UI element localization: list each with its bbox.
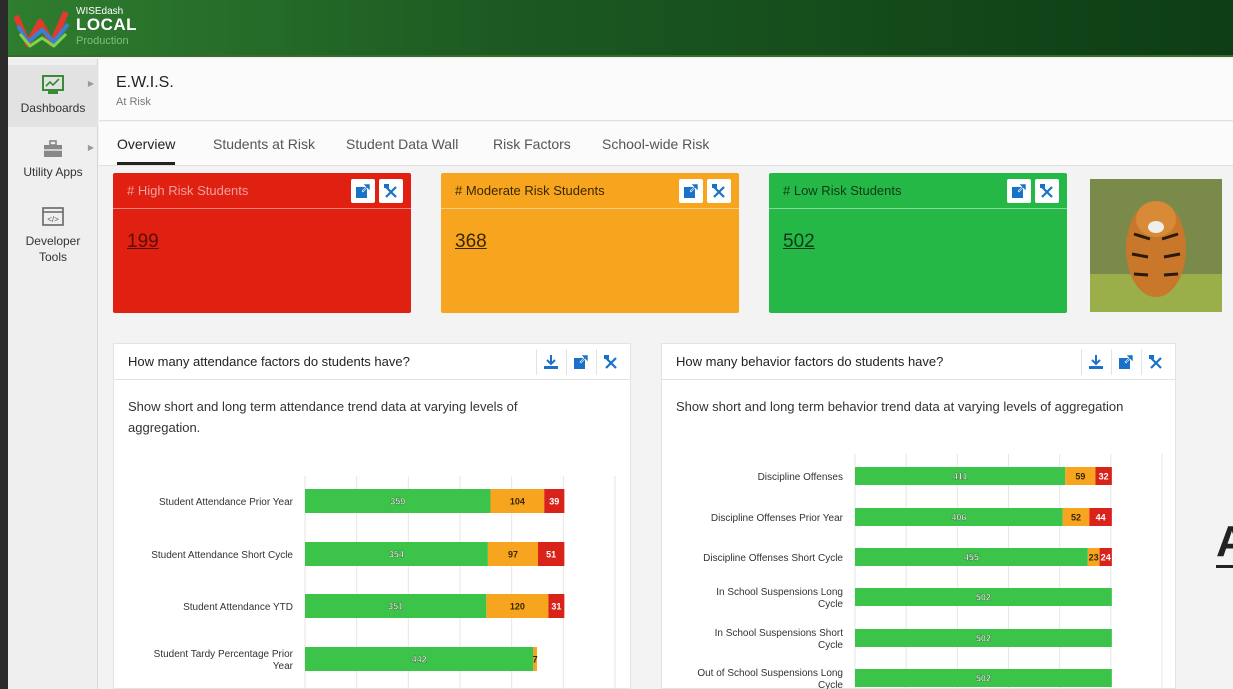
kpi-header: # High Risk Students bbox=[113, 173, 411, 209]
partial-heading-glyph: A bbox=[1216, 520, 1233, 568]
expand-icon bbox=[356, 183, 371, 198]
data-label: 120 bbox=[510, 602, 525, 612]
category-label: Student Attendance YTD bbox=[183, 602, 293, 613]
sidebar: ▶ Dashboards ▶ Utility Apps </> Develope… bbox=[8, 59, 98, 689]
wisedash-logo[interactable]: WISEdash LOCAL Production bbox=[14, 4, 144, 52]
data-label: 502 bbox=[976, 674, 991, 684]
expand-button[interactable] bbox=[351, 179, 375, 203]
sidebar-item-utility-apps[interactable]: ▶ Utility Apps bbox=[8, 139, 98, 189]
data-label: 406 bbox=[951, 513, 966, 523]
data-label: 97 bbox=[508, 550, 518, 560]
category-label: In School Suspensions Short bbox=[715, 628, 844, 639]
category-label: Discipline Offenses Prior Year bbox=[711, 513, 844, 524]
data-label: 455 bbox=[964, 553, 979, 563]
logo-line2: LOCAL bbox=[76, 15, 138, 34]
app-frame: WISEdash LOCAL Production ▶ Dashboards ▶… bbox=[8, 0, 1233, 689]
attendance-factors-panel: How many attendance factors do students … bbox=[113, 343, 631, 689]
sidebar-item-label: Developer Tools bbox=[25, 234, 81, 264]
data-label: 7 bbox=[533, 655, 538, 665]
chevron-right-icon: ▶ bbox=[87, 79, 94, 88]
kpi-low-risk-card: # Low Risk Students 502 bbox=[769, 173, 1067, 313]
logo-w-icon bbox=[14, 10, 70, 48]
category-label: Cycle bbox=[818, 680, 843, 689]
logo-line3: Production bbox=[76, 35, 129, 47]
tab-overview[interactable]: Overview bbox=[117, 136, 176, 165]
expand-icon bbox=[1012, 183, 1027, 198]
expand-icon bbox=[684, 183, 699, 198]
category-label: Student Attendance Prior Year bbox=[159, 497, 294, 508]
data-label: 104 bbox=[510, 497, 525, 507]
category-label: Discipline Offenses Short Cycle bbox=[703, 553, 843, 564]
page-subtitle: At Risk bbox=[116, 96, 151, 108]
top-bar: WISEdash LOCAL Production bbox=[8, 0, 1233, 57]
chevron-right-icon: ▶ bbox=[87, 143, 94, 152]
kpi-label: # Low Risk Students bbox=[783, 183, 902, 198]
toolbox-icon bbox=[44, 140, 62, 157]
data-label: 502 bbox=[976, 634, 991, 644]
data-label: 442 bbox=[412, 655, 427, 665]
data-label: 24 bbox=[1101, 553, 1111, 563]
kpi-label: # Moderate Risk Students bbox=[455, 183, 605, 198]
data-label: 502 bbox=[976, 593, 991, 603]
tab-bar: Overview Students at Risk Student Data W… bbox=[99, 122, 1233, 166]
data-label: 354 bbox=[389, 550, 404, 560]
sidebar-item-developer-tools[interactable]: </> Developer Tools bbox=[8, 207, 98, 277]
data-label: 32 bbox=[1099, 472, 1109, 482]
kpi-value-link[interactable]: 199 bbox=[127, 231, 159, 253]
data-label: 51 bbox=[546, 550, 556, 560]
kpi-value-link[interactable]: 368 bbox=[455, 231, 487, 253]
tools-button[interactable] bbox=[707, 179, 731, 203]
tools-button[interactable] bbox=[379, 179, 403, 203]
category-label: Discipline Offenses bbox=[758, 472, 843, 483]
sidebar-item-dashboards[interactable]: ▶ Dashboards bbox=[8, 65, 98, 127]
category-label: Student Tardy Percentage Prior bbox=[154, 649, 294, 660]
tools-icon bbox=[384, 184, 397, 198]
tab-risk-factors[interactable]: Risk Factors bbox=[493, 136, 571, 162]
tools-icon bbox=[712, 184, 725, 198]
tab-student-data-wall[interactable]: Student Data Wall bbox=[346, 136, 458, 162]
kpi-value-link[interactable]: 502 bbox=[783, 231, 815, 253]
kpi-header: # Moderate Risk Students bbox=[441, 173, 739, 209]
code-window-icon: </> bbox=[42, 207, 64, 226]
page-header: E.W.I.S. At Risk bbox=[99, 59, 1233, 121]
data-label: 52 bbox=[1071, 513, 1081, 523]
category-label: Cycle bbox=[818, 599, 843, 610]
tiger-image bbox=[1090, 179, 1222, 312]
tools-button[interactable] bbox=[1035, 179, 1059, 203]
data-label: 31 bbox=[551, 602, 561, 612]
data-label: 411 bbox=[953, 472, 968, 482]
category-label: Student Attendance Short Cycle bbox=[151, 550, 293, 561]
behavior-factors-panel: How many behavior factors do students ha… bbox=[661, 343, 1176, 689]
tab-school-wide-risk[interactable]: School-wide Risk bbox=[602, 136, 709, 162]
expand-button[interactable] bbox=[679, 179, 703, 203]
kpi-header: # Low Risk Students bbox=[769, 173, 1067, 209]
behavior-factors-chart: Discipline Offenses 411 59 32 Discipline Off… bbox=[697, 454, 1163, 689]
kpi-moderate-risk-card: # Moderate Risk Students 368 bbox=[441, 173, 739, 313]
category-label: Out of School Suspensions Long bbox=[697, 668, 843, 679]
kpi-high-risk-card: # High Risk Students 199 bbox=[113, 173, 411, 313]
sidebar-item-label: Utility Apps bbox=[23, 165, 83, 179]
chart-monitor-icon bbox=[42, 75, 64, 94]
svg-text:</>: </> bbox=[47, 215, 59, 224]
data-label: 351 bbox=[388, 602, 403, 612]
tab-students-at-risk[interactable]: Students at Risk bbox=[213, 136, 315, 162]
data-label: 359 bbox=[390, 497, 405, 507]
expand-button[interactable] bbox=[1007, 179, 1031, 203]
category-label: In School Suspensions Long bbox=[716, 587, 843, 598]
sidebar-item-label: Dashboards bbox=[20, 101, 86, 115]
data-label: 23 bbox=[1089, 553, 1099, 563]
data-label: 59 bbox=[1075, 472, 1085, 482]
tools-icon bbox=[1040, 184, 1053, 198]
kpi-label: # High Risk Students bbox=[127, 183, 249, 198]
chart-plot: Discipline Offenses 411 59 32 Discipline Off… bbox=[697, 454, 1163, 689]
data-label: 39 bbox=[549, 497, 559, 507]
category-label: Cycle bbox=[818, 640, 843, 651]
data-label: 44 bbox=[1096, 513, 1106, 523]
page-title: E.W.I.S. bbox=[116, 74, 174, 91]
category-label: Year bbox=[273, 661, 294, 672]
attendance-factors-chart: Student Attendance Prior Year 359 104 39 Stu… bbox=[151, 476, 616, 689]
chart-plot: Student Attendance Prior Year 359 104 39 Stu… bbox=[151, 476, 616, 689]
